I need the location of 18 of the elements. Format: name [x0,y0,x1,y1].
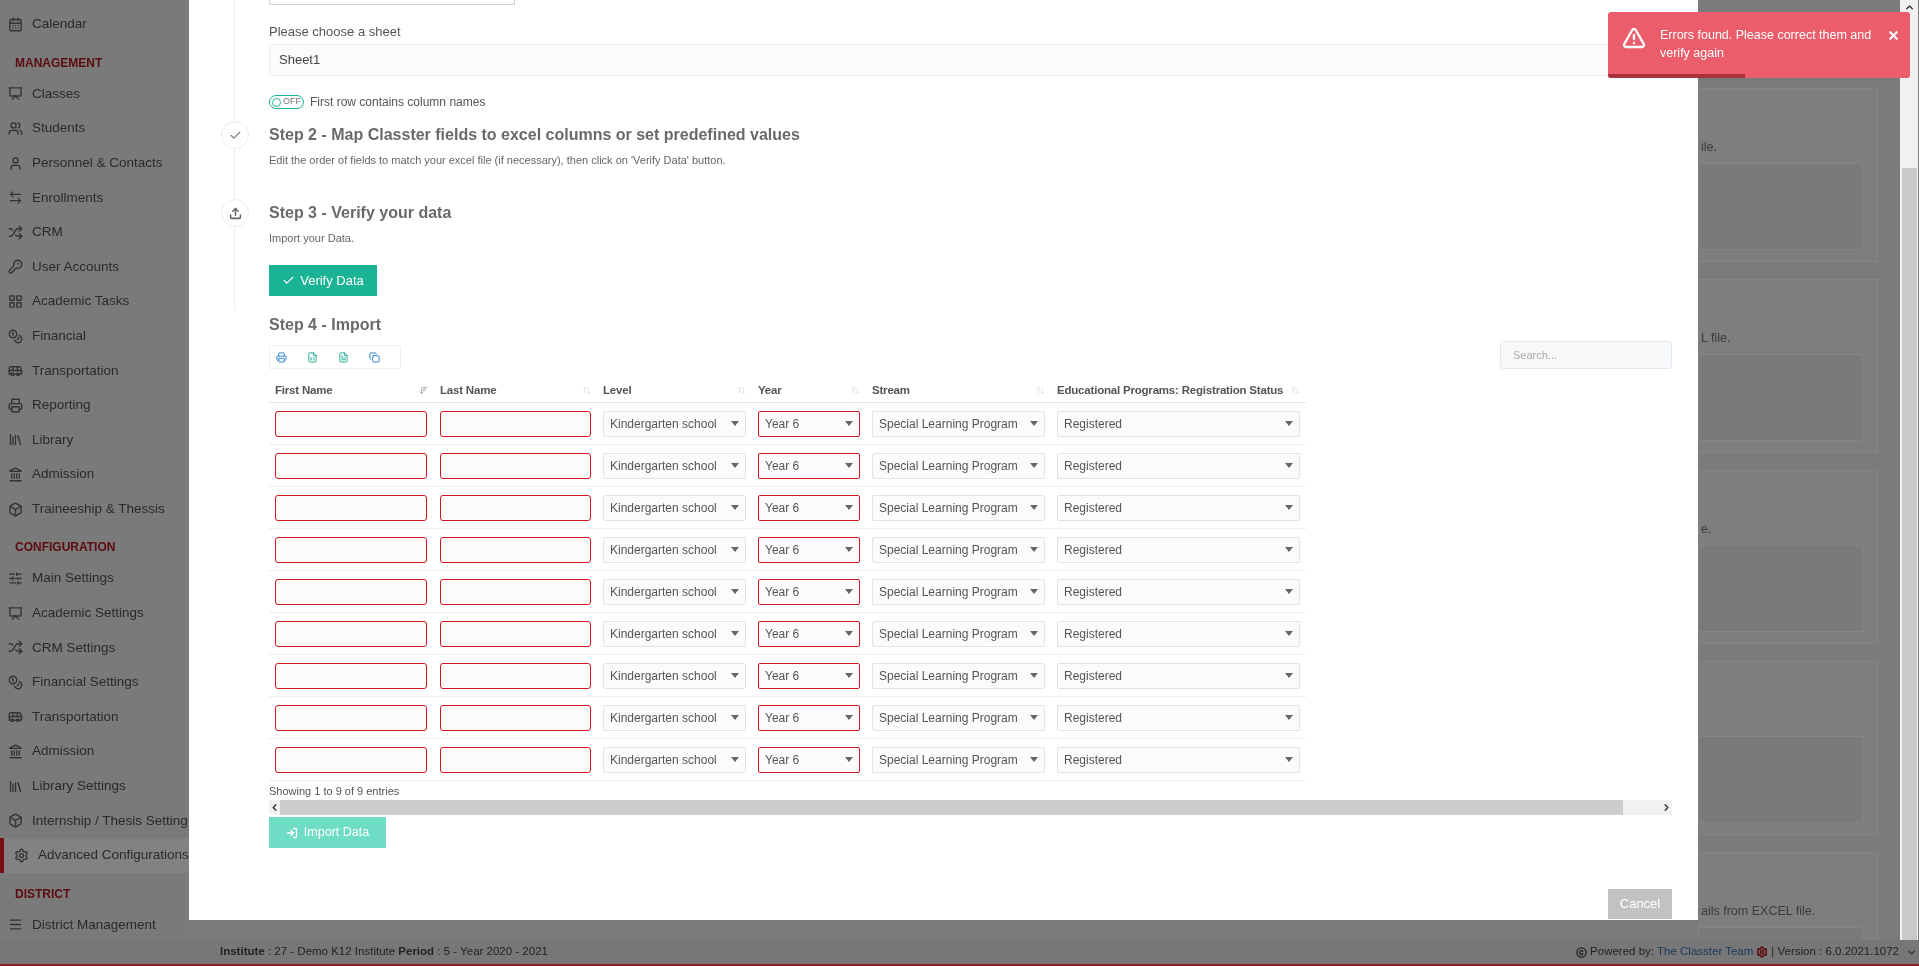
step-description: Import your Data. [269,231,355,245]
powered-by-text: Powered by: [1590,944,1655,960]
table-info: Showing 1 to 9 of 9 entries [269,785,401,798]
sidebar-heading: CONFIGURATION [14,539,117,557]
toggle-label: First row contains column names [310,94,486,111]
card-text: e. [1700,521,1713,537]
step-title: Step 2 - Map Classter fields to excel columns or set predefined values [269,125,801,145]
version-text: | Version : 6.0.2021.1072 [1771,944,1899,960]
card-text: ails from EXCEL file. [1700,903,1817,919]
card-text: ile. [1700,139,1718,155]
step-title: Step 4 - Import [269,315,382,335]
sidebar-heading: DISTRICT [14,885,72,903]
footer-info: Institute : 27 - Demo K12 Institute Period : 5 - Year 2020 - 2021 [220,944,548,960]
step-title: Step 3 - Verify your data [269,203,453,223]
field-label: Please choose a sheet [269,24,401,40]
card-text: L file. [1700,330,1732,346]
step-description: Edit the order of fields to match your excel file (if necessary), then click on 'Verify Data' button. [269,153,727,167]
sidebar-heading: MANAGEMENT [14,54,104,72]
